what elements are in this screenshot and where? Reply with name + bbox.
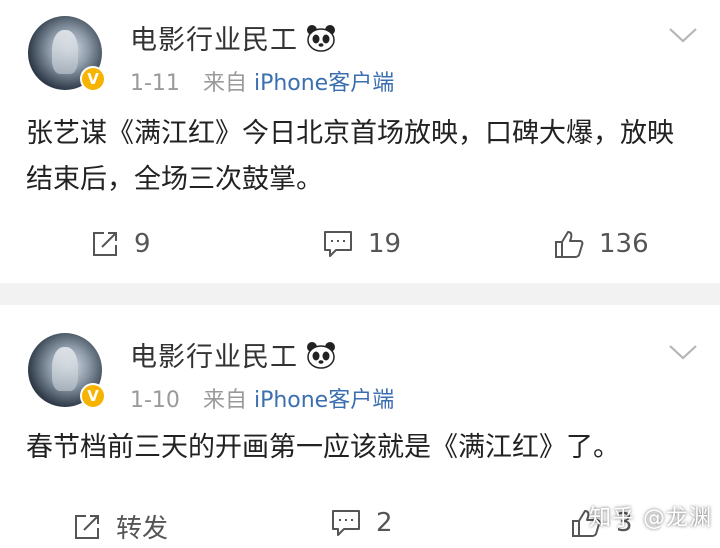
post-divider — [0, 283, 720, 305]
avatar-figure — [52, 30, 78, 74]
repost-count: 9 — [134, 229, 151, 259]
weibo-post: V 电影行业民工 1-11 来自 iPhone客户端 张艺谋《满江红》今日北京首… — [0, 0, 720, 283]
repost-icon — [93, 232, 117, 256]
verified-badge-icon: V — [80, 383, 106, 409]
source-client-link[interactable]: iPhone客户端 — [254, 71, 394, 96]
post-date: 1-11 — [130, 71, 180, 96]
comment-button[interactable]: 19 — [322, 229, 401, 259]
comment-icon — [324, 231, 352, 257]
weibo-post: V 电影行业民工 1-10 来自 iPhone客户端 春节档前三天的开画第一应该… — [0, 305, 720, 544]
post-meta: 1-11 来自 iPhone客户端 — [130, 65, 394, 97]
username[interactable]: 电影行业民工 — [130, 335, 336, 376]
username-text: 电影行业民工 — [130, 25, 298, 56]
avatar-figure — [52, 347, 78, 391]
comment-button[interactable]: 2 — [330, 508, 393, 538]
watermark: 知乎 @龙渊 — [589, 506, 712, 531]
post-date: 1-10 — [130, 388, 180, 413]
source-prefix: 来自 — [202, 71, 247, 96]
post-text: 春节档前三天的开画第一应该就是《满江红》了。 — [26, 432, 620, 463]
repost-button[interactable]: 转发 — [72, 508, 168, 545]
verified-badge-icon: V — [80, 66, 106, 92]
username[interactable]: 电影行业民工 — [130, 18, 336, 59]
avatar[interactable]: V — [28, 16, 106, 92]
avatar[interactable]: V — [28, 333, 106, 409]
chevron-down-icon[interactable] — [668, 26, 698, 48]
comment-count: 2 — [376, 508, 393, 538]
post-meta: 1-10 来自 iPhone客户端 — [130, 382, 394, 414]
thumbs-up-icon — [555, 231, 584, 258]
like-count: 136 — [599, 229, 649, 259]
username-text: 电影行业民工 — [130, 342, 298, 373]
chevron-down-icon[interactable] — [668, 343, 698, 365]
panda-icon — [306, 341, 336, 376]
panda-icon — [306, 24, 336, 59]
repost-button[interactable]: 9 — [90, 229, 151, 259]
post-text: 张艺谋《满江红》今日北京首场放映，口碑大爆，放映结束后，全场三次鼓掌。 — [26, 118, 674, 195]
repost-icon — [75, 514, 99, 539]
repost-label: 转发 — [116, 514, 169, 544]
source-client-link[interactable]: iPhone客户端 — [254, 388, 394, 413]
action-bar: 9 19 136 — [0, 229, 720, 269]
comment-count: 19 — [368, 229, 402, 259]
like-button[interactable]: 136 — [553, 229, 649, 259]
source-prefix: 来自 — [202, 388, 247, 413]
comment-icon — [332, 510, 360, 536]
